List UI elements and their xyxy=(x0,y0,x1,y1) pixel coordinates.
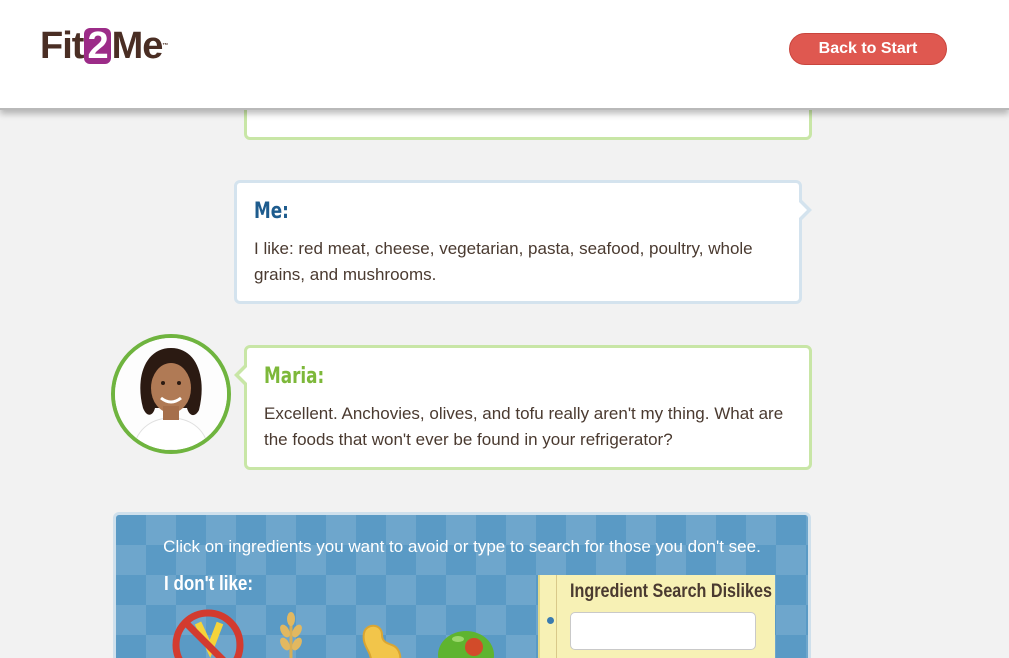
peanut-icon[interactable] xyxy=(356,623,406,658)
top-header: Fit 2 Me™ Back to Start xyxy=(0,0,1009,110)
me-speaker-label: Me: xyxy=(254,199,289,224)
ingredient-search-title: Ingredient Search Dislikes xyxy=(570,581,772,602)
logo-text-me: Me xyxy=(111,25,164,67)
me-message-bubble: Me: I like: red meat, cheese, vegetarian… xyxy=(234,180,812,304)
ingredient-instructions: Click on ingredients you want to avoid o… xyxy=(163,537,761,556)
notepad-margin-line xyxy=(556,575,557,658)
ingredient-search-card: Ingredient Search Dislikes xyxy=(538,575,775,658)
ingredient-dislikes-panel: Click on ingredients you want to avoid o… xyxy=(113,512,811,658)
me-message-text: I like: red meat, cheese, vegetarian, pa… xyxy=(254,239,753,284)
maria-message-bubble: Maria: Excellent. Anchovies, olives, and… xyxy=(234,345,812,470)
no-dislikes-icon[interactable] xyxy=(172,609,246,658)
maria-portrait-icon xyxy=(115,338,227,450)
maria-message-text: Excellent. Anchovies, olives, and tofu r… xyxy=(264,404,784,449)
dislike-label: I don't like: xyxy=(164,573,254,595)
trademark-mark: ™ xyxy=(162,43,168,49)
fit2me-logo[interactable]: Fit 2 Me™ xyxy=(40,25,168,67)
olive-icon[interactable] xyxy=(436,625,496,658)
logo-text-fit: Fit xyxy=(40,25,84,67)
logo-text-two: 2 xyxy=(84,27,111,65)
maria-speaker-label: Maria: xyxy=(264,364,325,389)
notepad-hole xyxy=(547,617,554,624)
back-to-start-button[interactable]: Back to Start xyxy=(789,33,947,65)
wheat-icon[interactable] xyxy=(276,611,306,658)
ingredient-search-input[interactable] xyxy=(570,612,756,650)
maria-avatar xyxy=(111,334,231,454)
